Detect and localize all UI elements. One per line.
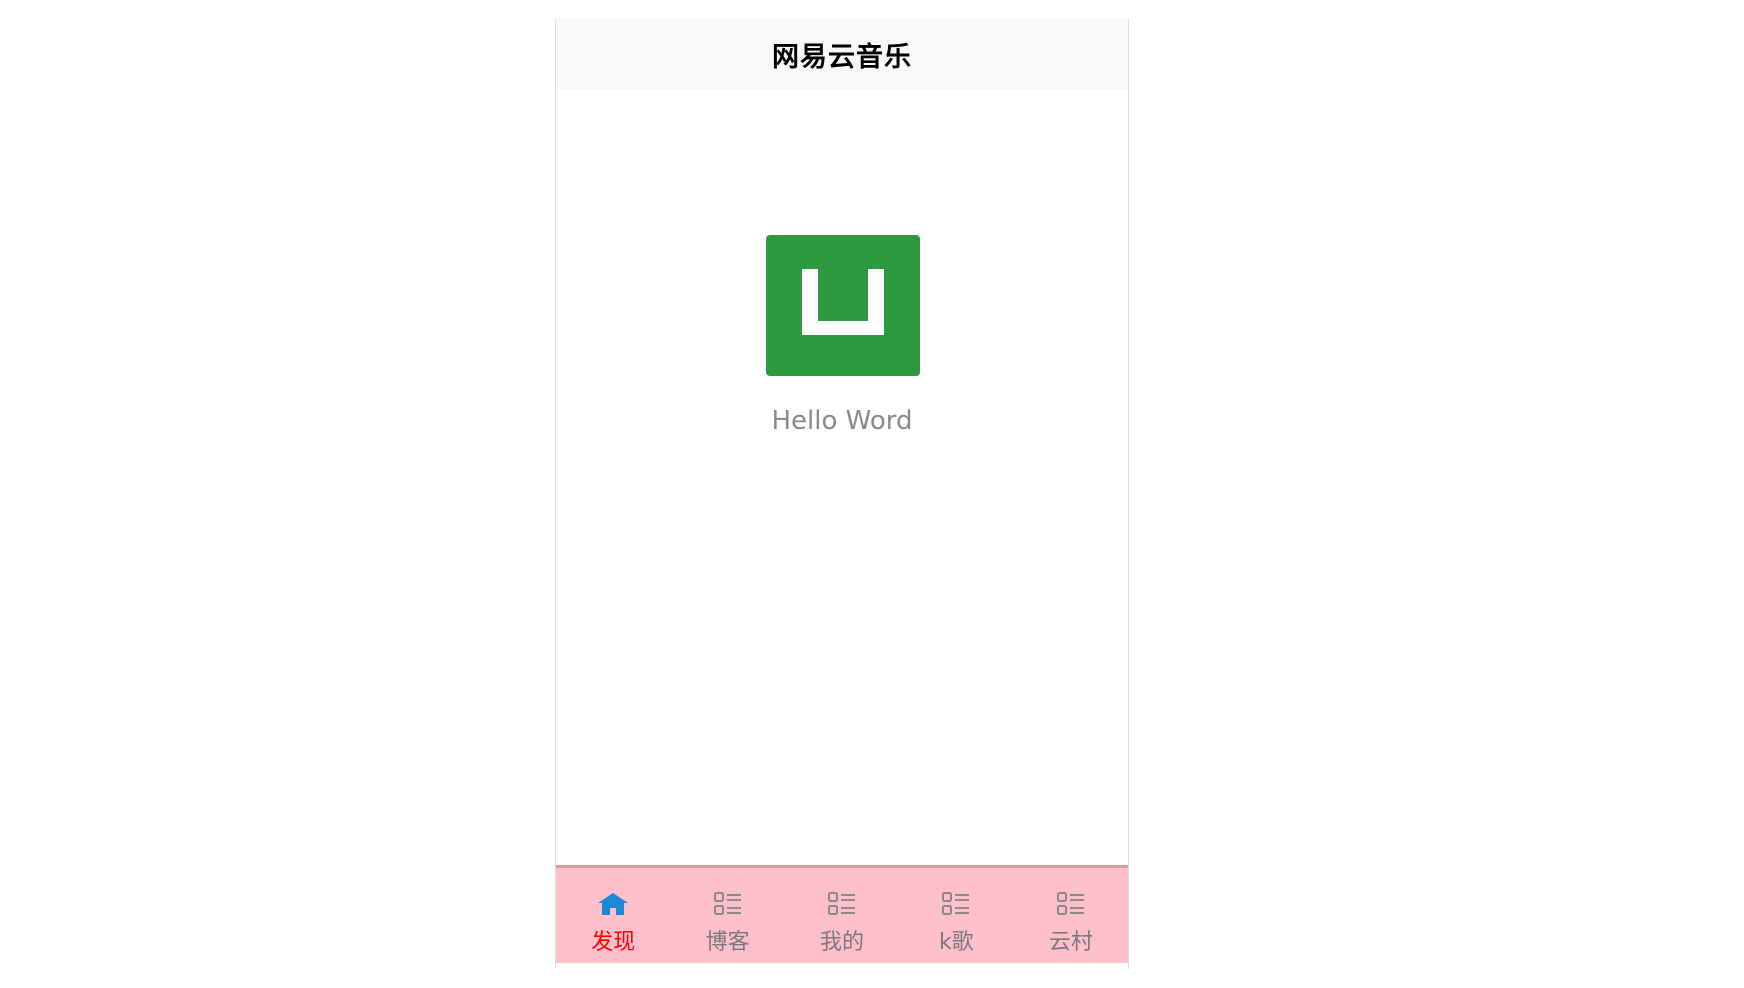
tab-bar: 发现 博客 我的 k歌 云村 <box>556 865 1128 963</box>
tab-karaoke[interactable]: k歌 <box>899 868 1013 963</box>
tab-label-village: 云村 <box>1048 930 1093 955</box>
list-icon <box>939 890 973 918</box>
tab-label-karaoke: k歌 <box>939 930 974 955</box>
tab-label-mine: 我的 <box>820 930 865 955</box>
page-title: 网易云音乐 <box>772 41 912 73</box>
tab-mine[interactable]: 我的 <box>785 868 899 963</box>
tab-label-blog: 博客 <box>705 930 750 955</box>
list-icon <box>1054 890 1088 918</box>
tab-label-discover: 发现 <box>591 930 636 955</box>
app-window: 网易云音乐 Hello Word 发现 博客 我的 k歌 云村 <box>555 19 1129 969</box>
tab-blog[interactable]: 博客 <box>670 868 784 963</box>
tab-discover[interactable]: 发现 <box>556 868 670 963</box>
navigation-bar: 网易云音乐 <box>556 19 1128 89</box>
list-icon <box>711 890 745 918</box>
uniapp-logo-icon <box>766 235 920 376</box>
main-content: Hello Word <box>556 89 1128 885</box>
list-icon <box>825 890 859 918</box>
tab-village[interactable]: 云村 <box>1014 868 1128 963</box>
greeting-text: Hello Word <box>771 406 913 436</box>
home-icon <box>596 890 630 918</box>
